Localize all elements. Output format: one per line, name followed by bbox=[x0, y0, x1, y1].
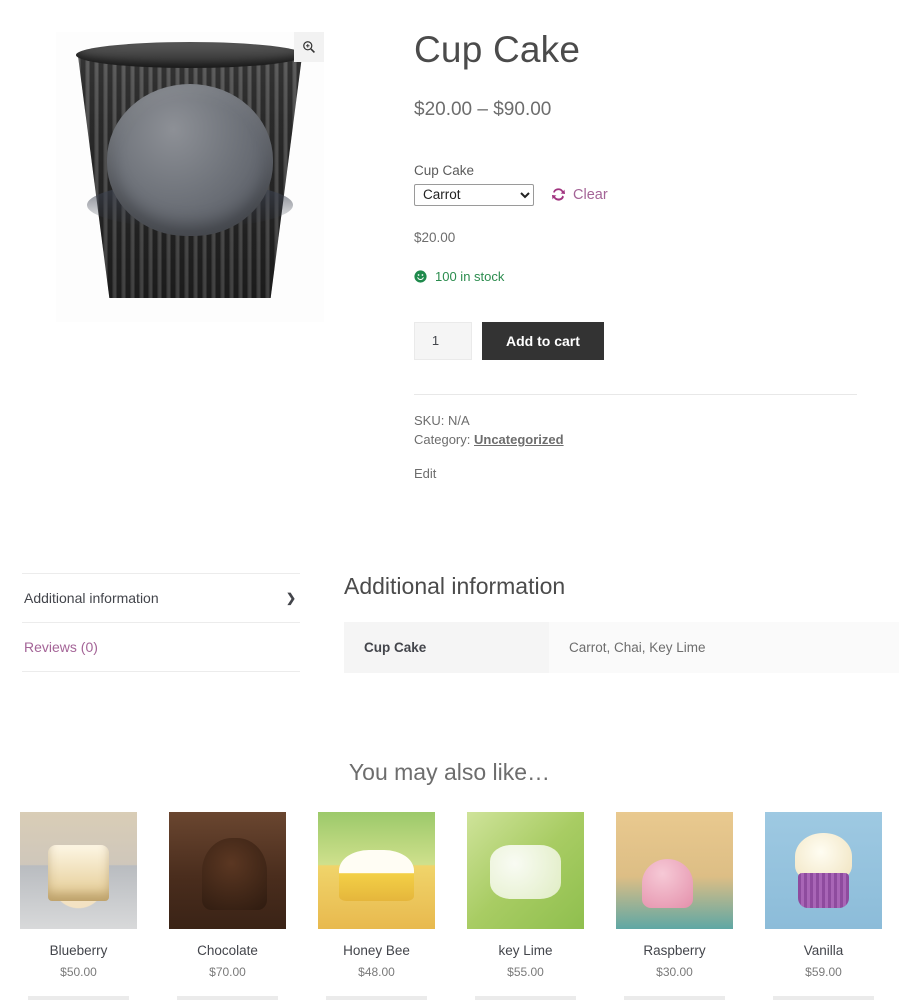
product-meta: SKU: N/A Category: Uncategorized Edit bbox=[414, 395, 857, 484]
add-to-cart-button[interactable]: Add to cart bbox=[27, 996, 130, 1000]
chocolate-cupcake-image bbox=[169, 812, 286, 930]
page-title: Cup Cake bbox=[414, 29, 581, 70]
product-thumbnail[interactable] bbox=[467, 812, 584, 930]
product-gallery bbox=[22, 24, 344, 483]
product-price: $48.00 bbox=[358, 965, 395, 980]
tab-panel-additional-information: Additional information Cup Cake Carrot, … bbox=[300, 573, 899, 674]
product-price: $59.00 bbox=[805, 965, 842, 980]
product-price: $30.00 bbox=[656, 965, 693, 980]
clear-label: Clear bbox=[573, 186, 608, 203]
product-name: Vanilla bbox=[803, 943, 844, 959]
product-thumbnail[interactable] bbox=[318, 812, 435, 930]
sku-line: SKU: N/A bbox=[414, 412, 470, 428]
variation-price: $20.00 bbox=[414, 229, 456, 245]
stock-status: 100 in stock bbox=[414, 269, 857, 284]
magnify-icon-button[interactable] bbox=[294, 32, 324, 62]
cupcake-liner-rim bbox=[76, 42, 304, 68]
add-to-cart-button[interactable]: Add to cart bbox=[176, 996, 279, 1000]
blueberry-muffin-image bbox=[20, 812, 137, 930]
smiley-face-icon bbox=[414, 270, 427, 283]
table-row: Cup Cake Carrot, Chai, Key Lime bbox=[344, 622, 899, 674]
variation-select-cup-cake[interactable]: Carrot Chai Key Lime bbox=[414, 183, 534, 206]
tab-reviews[interactable]: Reviews (0) bbox=[22, 622, 300, 673]
tab-reviews-label[interactable]: Reviews (0) bbox=[24, 639, 98, 655]
category-link[interactable]: Uncategorized bbox=[474, 432, 564, 447]
add-to-cart-button[interactable]: Add to cart bbox=[482, 321, 604, 360]
product-price: $55.00 bbox=[507, 965, 544, 980]
product-card-blueberry[interactable]: Blueberry $50.00 Add to cart bbox=[20, 812, 137, 1000]
product-image-figure bbox=[56, 32, 324, 322]
product-page: Cup Cake $20.00 – $90.00 Cup Cake Carrot… bbox=[0, 0, 899, 1000]
product-card-honey-bee[interactable]: Honey Bee $48.00 Add to cart bbox=[318, 812, 435, 1000]
add-to-cart-button[interactable]: Add to cart bbox=[772, 996, 875, 1000]
category-line: Category: Uncategorized bbox=[414, 430, 857, 450]
product-card-chocolate[interactable]: Chocolate $70.00 Add to cart bbox=[169, 812, 286, 1000]
cupcake-top-disc bbox=[107, 84, 273, 236]
chevron-right-icon: ❯ bbox=[285, 591, 296, 606]
related-heading: You may also like… bbox=[348, 759, 551, 786]
attributes-table: Cup Cake Carrot, Chai, Key Lime bbox=[344, 622, 899, 674]
product-price: $70.00 bbox=[209, 965, 246, 980]
product-main-section: Cup Cake $20.00 – $90.00 Cup Cake Carrot… bbox=[0, 0, 899, 483]
add-to-cart-row: Add to cart bbox=[414, 321, 857, 360]
attribute-value: Carrot, Chai, Key Lime bbox=[549, 622, 899, 674]
product-thumbnail[interactable] bbox=[169, 812, 286, 930]
product-name: key Lime bbox=[498, 943, 553, 959]
edit-link[interactable]: Edit bbox=[414, 464, 436, 484]
panel-heading: Additional information bbox=[344, 573, 566, 600]
category-label: Category: bbox=[414, 432, 471, 448]
variations-form: Cup Cake Carrot Chai Key Lime bbox=[414, 163, 857, 360]
product-thumbnail[interactable] bbox=[616, 812, 733, 930]
product-summary: Cup Cake $20.00 – $90.00 Cup Cake Carrot… bbox=[344, 24, 877, 483]
tab-additional-information[interactable]: Additional information ❯ bbox=[22, 573, 300, 622]
price-range: $20.00 – $90.00 bbox=[414, 98, 552, 120]
related-products-section: You may also like… Blueberry $50.00 Add … bbox=[0, 759, 899, 1000]
honey-bee-cupcake-image bbox=[318, 812, 435, 930]
product-card-vanilla[interactable]: Vanilla $59.00 Add to cart bbox=[765, 812, 882, 1000]
vanilla-cupcake-image bbox=[765, 812, 882, 930]
product-image[interactable] bbox=[56, 32, 324, 322]
variation-row: Carrot Chai Key Lime Clear bbox=[414, 183, 857, 206]
product-thumbnail[interactable] bbox=[20, 812, 137, 930]
product-card-key-lime[interactable]: key Lime $55.00 Add to cart bbox=[467, 812, 584, 1000]
product-name: Honey Bee bbox=[343, 943, 410, 959]
stock-text: 100 in stock bbox=[435, 268, 505, 284]
product-name: Chocolate bbox=[197, 943, 258, 959]
variation-attribute-label: Cup Cake bbox=[414, 162, 475, 178]
quantity-stepper[interactable] bbox=[414, 321, 472, 360]
refresh-icon bbox=[550, 186, 567, 203]
product-name: Raspberry bbox=[643, 943, 706, 959]
product-tabs-section: Additional information ❯ Reviews (0) Add… bbox=[0, 573, 899, 674]
product-price: $50.00 bbox=[60, 965, 97, 980]
tabs-list: Additional information ❯ Reviews (0) bbox=[22, 573, 300, 673]
add-to-cart-button[interactable]: Add to cart bbox=[474, 996, 577, 1000]
product-thumbnail[interactable] bbox=[765, 812, 882, 930]
product-card-raspberry[interactable]: Raspberry $30.00 Add to cart bbox=[616, 812, 733, 1000]
clear-variation-link[interactable]: Clear bbox=[550, 186, 608, 203]
attribute-name: Cup Cake bbox=[344, 622, 549, 674]
add-to-cart-button[interactable]: Add to cart bbox=[325, 996, 428, 1000]
related-products-grid: Blueberry $50.00 Add to cart Chocolate $… bbox=[0, 812, 899, 1000]
product-name: Blueberry bbox=[49, 943, 108, 959]
tab-additional-information-label[interactable]: Additional information bbox=[24, 590, 159, 606]
add-to-cart-button[interactable]: Add to cart bbox=[623, 996, 726, 1000]
key-lime-cupcake-image bbox=[467, 812, 584, 930]
raspberry-cupcake-image bbox=[616, 812, 733, 930]
magnify-icon bbox=[303, 41, 315, 53]
